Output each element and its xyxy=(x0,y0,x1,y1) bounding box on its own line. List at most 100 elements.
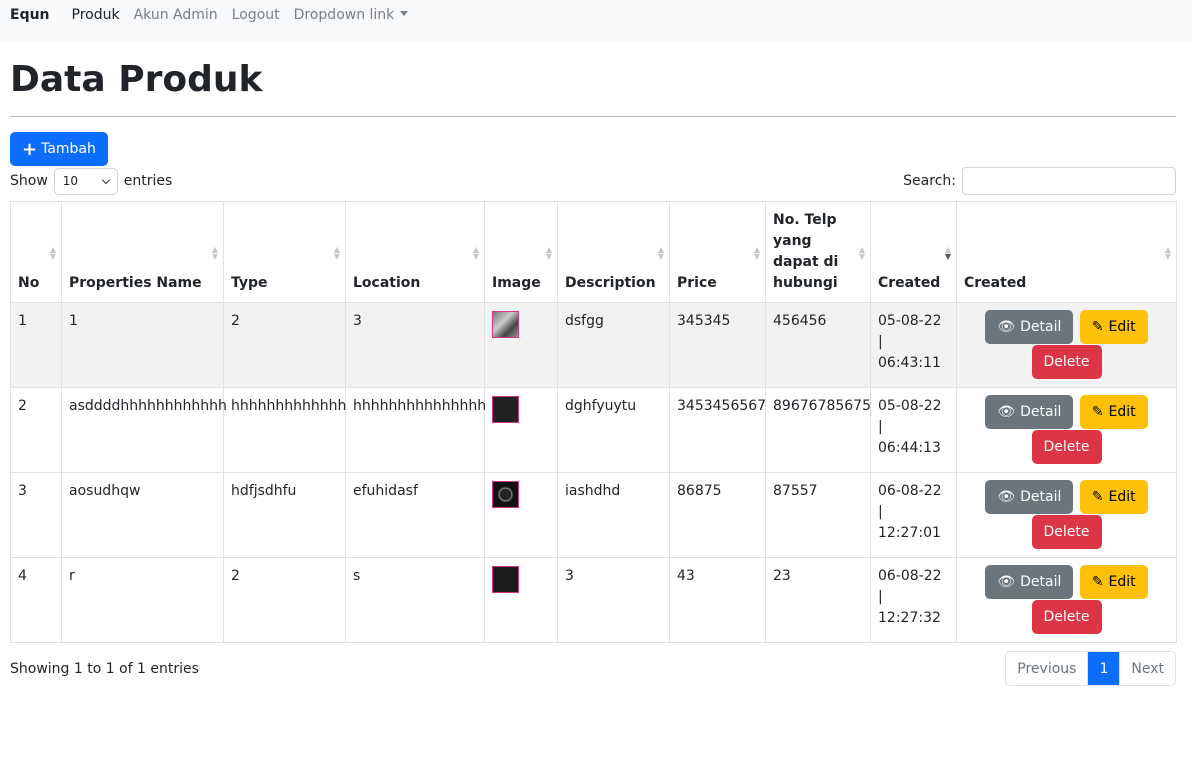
header-no[interactable]: No ▲ ▼ xyxy=(10,201,62,303)
cell-description: dsfgg xyxy=(557,302,670,388)
caret-down-icon xyxy=(400,11,409,16)
edit-button[interactable]: ✎ Edit xyxy=(1079,310,1148,344)
sort-desc-icon: ▲ ▼ xyxy=(944,245,951,261)
navbar-brand[interactable]: Equn xyxy=(10,7,50,23)
header-price[interactable]: Price ▲ ▼ xyxy=(669,201,766,303)
eye-icon: 👁 xyxy=(997,403,1016,420)
table-row: 4 r 2 s 3 43 23 06-08-22 | 12:27:32 👁 Det… xyxy=(10,557,1177,643)
product-thumbnail[interactable] xyxy=(492,396,519,423)
nav-dropdown-link[interactable]: Dropdown link xyxy=(294,7,409,23)
cell-phone: 456456 xyxy=(765,302,871,388)
header-created[interactable]: Created ▲ ▼ xyxy=(870,201,957,303)
cell-actions: 👁 Detail ✎ Edit Delete xyxy=(956,302,1177,388)
product-thumbnail[interactable] xyxy=(492,481,519,508)
length-control: Show 10 entries xyxy=(10,167,173,195)
search-label: Search: xyxy=(903,173,956,189)
edit-button[interactable]: ✎ Edit xyxy=(1079,565,1148,599)
cell-actions: 👁 Detail ✎ Edit Delete xyxy=(956,387,1177,473)
sort-icon: ▲ ▼ xyxy=(211,245,218,261)
dropdown-label: Dropdown link xyxy=(293,7,395,23)
search-input[interactable] xyxy=(962,167,1176,195)
cell-location: 3 xyxy=(345,302,485,388)
cell-image xyxy=(484,387,558,473)
cell-phone: 89676785675 xyxy=(765,387,871,473)
edit-button[interactable]: ✎ Edit xyxy=(1079,480,1148,514)
table-row: 3 aosudhqw hdfjsdhfu efuhidasf iashdhd 8… xyxy=(10,472,1177,558)
nav-link-produk[interactable]: Produk xyxy=(72,7,120,23)
cell-image xyxy=(484,557,558,643)
header-description[interactable]: Description ▲ ▼ xyxy=(557,201,670,303)
edit-icon: ✎ xyxy=(1091,573,1104,590)
cell-name: r xyxy=(61,557,224,643)
sort-icon: ▲ ▼ xyxy=(49,245,56,261)
pagination-page-1[interactable]: 1 xyxy=(1088,652,1121,685)
pagination-previous[interactable]: Previous xyxy=(1006,652,1089,685)
cell-name: asddddhhhhhhhhhhhh xyxy=(61,387,227,473)
cell-price: 3453456567 xyxy=(669,387,766,473)
header-location[interactable]: Location ▲ ▼ xyxy=(345,201,485,303)
sort-icon: ▲ ▼ xyxy=(657,245,664,261)
main-container: Data Produk + Tambah Show 10 entries Sea… xyxy=(0,58,1192,686)
cell-no: 3 xyxy=(10,472,62,558)
plus-icon: + xyxy=(22,138,38,160)
sort-icon: ▲ ▼ xyxy=(472,245,479,261)
cell-no: 4 xyxy=(10,557,62,643)
eye-icon: 👁 xyxy=(997,488,1016,505)
cell-location: hhhhhhhhhhhhhhh xyxy=(345,387,486,473)
cell-created: 06-08-22 | 12:27:32 xyxy=(870,557,957,643)
entries-label: entries xyxy=(123,173,173,189)
eye-icon: 👁 xyxy=(997,573,1016,590)
delete-button[interactable]: Delete xyxy=(1031,515,1102,549)
table-controls: Show 10 entries Search: xyxy=(10,167,1176,195)
divider xyxy=(10,116,1176,117)
header-type[interactable]: Type ▲ ▼ xyxy=(223,201,346,303)
product-thumbnail[interactable] xyxy=(492,311,519,338)
cell-price: 345345 xyxy=(669,302,766,388)
pagination: Previous 1 Next xyxy=(1005,651,1176,686)
cell-no: 1 xyxy=(10,302,62,388)
detail-button[interactable]: 👁 Detail xyxy=(985,395,1074,429)
sort-icon: ▲ ▼ xyxy=(858,245,865,261)
detail-button[interactable]: 👁 Detail xyxy=(985,565,1074,599)
table-info: Showing 1 to 1 of 1 entries xyxy=(10,660,199,677)
cell-description: iashdhd xyxy=(557,472,670,558)
chevron-down-icon xyxy=(101,175,111,184)
show-label: Show xyxy=(10,173,48,189)
header-properties-name[interactable]: Properties Name ▲ ▼ xyxy=(61,201,224,303)
cell-description: 3 xyxy=(557,557,670,643)
cell-created: 05-08-22 | 06:44:13 xyxy=(870,387,957,473)
search-control: Search: xyxy=(903,167,1176,195)
header-image[interactable]: Image ▲ ▼ xyxy=(484,201,558,303)
add-button-label: Tambah xyxy=(41,141,96,157)
table-row: 2 asddddhhhhhhhhhhhh hhhhhhhhhhhhh hhhhh… xyxy=(10,387,1177,473)
delete-button[interactable]: Delete xyxy=(1031,345,1102,379)
delete-button[interactable]: Delete xyxy=(1031,600,1102,634)
product-thumbnail[interactable] xyxy=(492,566,519,593)
detail-button[interactable]: 👁 Detail xyxy=(985,310,1074,344)
cell-price: 43 xyxy=(669,557,766,643)
nav-link-akun-admin[interactable]: Akun Admin xyxy=(134,7,218,23)
cell-phone: 87557 xyxy=(765,472,871,558)
cell-created: 06-08-22 | 12:27:01 xyxy=(870,472,957,558)
nav-link-logout[interactable]: Logout xyxy=(232,7,280,23)
delete-button[interactable]: Delete xyxy=(1031,430,1102,464)
edit-button[interactable]: ✎ Edit xyxy=(1079,395,1148,429)
pagination-next[interactable]: Next xyxy=(1120,652,1175,685)
detail-button[interactable]: 👁 Detail xyxy=(985,480,1074,514)
cell-image xyxy=(484,472,558,558)
entries-select[interactable]: 10 xyxy=(53,167,118,195)
sort-icon: ▲ ▼ xyxy=(753,245,760,261)
sort-icon: ▲ ▼ xyxy=(545,245,552,261)
cell-name: 1 xyxy=(61,302,224,388)
add-button[interactable]: + Tambah xyxy=(10,132,108,166)
edit-icon: ✎ xyxy=(1091,488,1104,505)
sort-icon: ▲ ▼ xyxy=(1164,245,1171,261)
header-phone[interactable]: No. Telp yang dapat di hubungi ▲ ▼ xyxy=(765,201,871,303)
navbar: Equn Produk Akun Admin Logout Dropdown l… xyxy=(0,0,1192,42)
header-actions[interactable]: Created ▲ ▼ xyxy=(956,201,1177,303)
cell-actions: 👁 Detail ✎ Edit Delete xyxy=(956,557,1177,643)
cell-type: hhhhhhhhhhhhh xyxy=(223,387,346,473)
cell-type: 2 xyxy=(223,302,346,388)
eye-icon: 👁 xyxy=(997,318,1016,335)
edit-icon: ✎ xyxy=(1091,403,1104,420)
